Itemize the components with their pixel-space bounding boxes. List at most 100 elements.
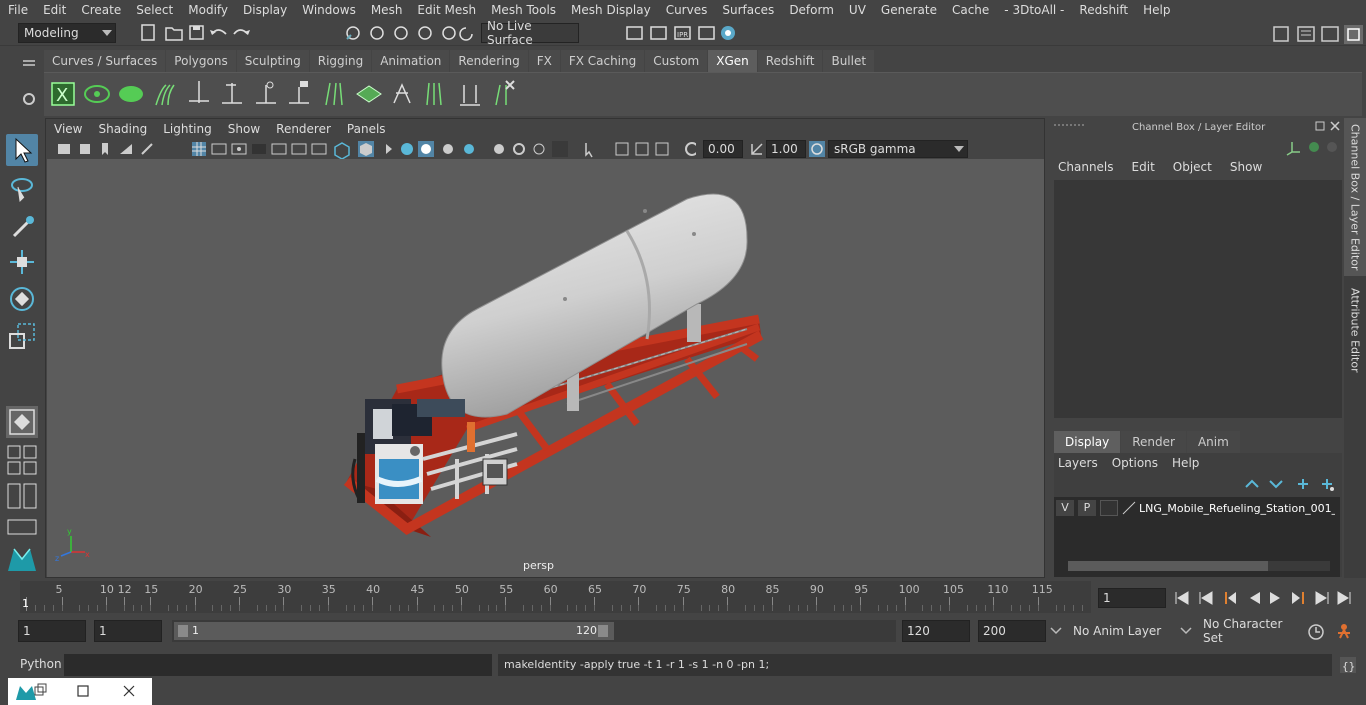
new-layer-icon[interactable] [1298, 479, 1308, 489]
layer-visibility-toggle[interactable]: V [1056, 500, 1074, 516]
snap-grid-icon[interactable] [346, 26, 360, 40]
manipulator-icon[interactable] [1286, 142, 1300, 156]
chevron-down-icon[interactable] [1180, 626, 1192, 636]
tab-polygons[interactable]: Polygons [166, 50, 236, 72]
tab-animation[interactable]: Animation [372, 50, 450, 72]
playback-start-field[interactable]: 1 [94, 620, 162, 642]
close-icon[interactable] [1330, 121, 1340, 131]
shadows-icon[interactable] [443, 144, 453, 154]
channel-toggle-icon[interactable] [1309, 142, 1319, 152]
attribute-editor-icon[interactable] [1297, 26, 1315, 42]
step-back-frame-icon[interactable] [1225, 592, 1236, 604]
channel-box-menu-channels[interactable]: Channels [1058, 160, 1114, 174]
tab-attribute-editor[interactable]: Attribute Editor [1344, 282, 1366, 378]
gamma-field[interactable]: 1.00 [766, 140, 806, 158]
character-set-dropdown[interactable]: No Character Set [1198, 617, 1298, 645]
move-layer-down-icon[interactable] [1269, 480, 1283, 489]
auto-key-icon[interactable] [1308, 624, 1324, 640]
four-view-layout-icon[interactable] [7, 445, 37, 475]
xgen-preview-icon[interactable] [84, 85, 110, 103]
safe-action-icon[interactable] [291, 143, 307, 155]
viewport-menu-lighting[interactable]: Lighting [155, 122, 220, 136]
move-layer-up-icon[interactable] [1245, 479, 1259, 488]
xgen-grid-icon[interactable] [356, 85, 382, 103]
range-start-grip[interactable] [178, 625, 188, 637]
snap-live-icon[interactable] [459, 27, 473, 41]
menu-file[interactable]: File [0, 3, 35, 17]
script-language-label[interactable]: Python [20, 657, 62, 671]
modeling-toolkit-icon[interactable] [1273, 26, 1289, 42]
xray-joints-icon[interactable] [533, 143, 545, 155]
menu-deform[interactable]: Deform [781, 3, 841, 17]
snap-curve-icon[interactable] [370, 26, 384, 40]
xgen-lock-icon[interactable] [289, 81, 309, 104]
xgen-groom-icon[interactable] [426, 82, 442, 106]
tab-fx[interactable]: FX [528, 50, 560, 72]
step-forward-frame-icon[interactable] [1292, 592, 1304, 604]
viewport-menu-shading[interactable]: Shading [90, 122, 155, 136]
current-frame-field[interactable]: 1 [1098, 588, 1166, 608]
move-tool[interactable] [6, 246, 38, 278]
screen-space-ao-icon[interactable] [464, 144, 474, 154]
range-handle[interactable]: 1 120 [174, 622, 614, 640]
film-gate-icon[interactable] [211, 143, 227, 155]
range-end-grip[interactable] [598, 625, 608, 637]
xray-active-icon[interactable] [552, 141, 568, 157]
render-frame-icon[interactable] [626, 26, 643, 40]
scene-end-field[interactable]: 200 [978, 620, 1046, 642]
layer-name[interactable]: LNG_Mobile_Refueling_Station_001_l [1139, 502, 1335, 515]
scale-tool[interactable] [6, 320, 38, 352]
xray-icon[interactable] [513, 143, 525, 155]
viewport-canvas[interactable]: x y z persp [47, 159, 1044, 577]
safe-title-icon[interactable] [311, 143, 327, 155]
textured-icon[interactable] [401, 143, 413, 155]
tab-redshift[interactable]: Redshift [757, 50, 823, 72]
pan-zoom-icon[interactable] [615, 142, 629, 156]
tool-settings-icon[interactable] [1321, 26, 1339, 42]
xgen-delete-icon[interactable] [495, 80, 515, 106]
menu-windows[interactable]: Windows [294, 3, 363, 17]
rotate-tool[interactable] [6, 283, 38, 315]
new-scene-icon[interactable] [141, 24, 155, 41]
menu-curves[interactable]: Curves [658, 3, 715, 17]
smooth-shade-icon[interactable] [358, 141, 374, 157]
layer-menu-help[interactable]: Help [1172, 456, 1199, 470]
ipr-render-icon[interactable] [650, 26, 667, 40]
hypershade-icon[interactable] [721, 26, 735, 40]
exposure-icon[interactable] [685, 142, 696, 156]
color-management-icon[interactable] [808, 140, 826, 158]
menu-mesh[interactable]: Mesh [363, 3, 410, 17]
render-settings-icon[interactable] [698, 26, 715, 40]
viewport-menu-renderer[interactable]: Renderer [268, 122, 339, 136]
xgen-guide-add-icon-2[interactable] [222, 83, 242, 104]
new-layer-selected-icon[interactable] [1322, 479, 1334, 491]
play-forward-icon[interactable] [1270, 592, 1280, 604]
wireframe-icon[interactable] [334, 142, 350, 159]
menu-edit-mesh[interactable]: Edit Mesh [409, 3, 483, 17]
xgen-cut-icon[interactable] [393, 83, 411, 104]
image-plane-icon[interactable] [120, 144, 132, 154]
select-camera-icon[interactable] [585, 143, 593, 158]
xgen-brush-icon[interactable] [460, 85, 480, 106]
menu-cache[interactable]: Cache [944, 3, 996, 17]
menu-edit[interactable]: Edit [35, 3, 73, 17]
undo-icon[interactable] [210, 29, 227, 35]
menu-mesh-display[interactable]: Mesh Display [563, 3, 658, 17]
menu-uv[interactable]: UV [841, 3, 873, 17]
command-input[interactable] [64, 654, 492, 676]
layer-tab-display[interactable]: Display [1054, 431, 1121, 453]
save-scene-icon[interactable] [189, 25, 204, 40]
playback-end-field[interactable]: 120 [902, 620, 970, 642]
channel-box-menu-object[interactable]: Object [1173, 160, 1212, 174]
menu-create[interactable]: Create [73, 3, 128, 17]
tab-curves-surfaces[interactable]: Curves / Surfaces [44, 50, 166, 72]
layer-tab-anim[interactable]: Anim [1186, 431, 1240, 453]
frame-all-icon[interactable] [655, 142, 669, 156]
ipr-icon[interactable]: IPR [674, 26, 691, 40]
outliner-layout-icon[interactable] [7, 519, 37, 535]
layer-playback-toggle[interactable]: P [1078, 500, 1096, 516]
panel-grip[interactable] [1054, 124, 1084, 132]
close-icon[interactable] [123, 685, 135, 697]
snap-surface-icon[interactable] [442, 26, 456, 40]
xgen-editor-icon[interactable]: X [51, 82, 75, 106]
